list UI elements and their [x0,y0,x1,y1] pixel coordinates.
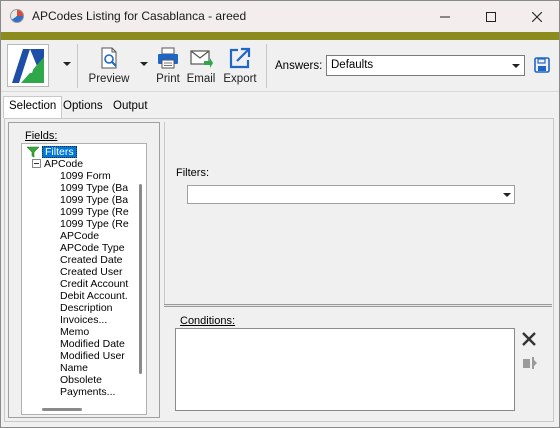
selection-panel: Fields: Filters APCode 1099 Form 1099 Ty… [4,118,554,422]
export-icon [229,47,251,69]
preview-icon [101,47,117,69]
chevron-down-icon [503,193,511,197]
preview-button[interactable]: Preview [89,44,129,88]
filters-area: Filters: [164,122,552,304]
filters-dropdown[interactable] [187,185,515,204]
tree-item[interactable]: Debit Account. [60,290,128,302]
print-label: Print [156,73,180,85]
company-logo-button[interactable] [7,44,49,87]
tree-item[interactable]: Description [60,302,113,314]
conditions-label: Conditions: [180,315,236,327]
collapse-icon[interactable] [32,159,41,168]
tree-item[interactable]: Name [60,362,88,374]
email-button[interactable]: Email [186,44,216,88]
filter-funnel-icon [27,146,39,158]
tree-item[interactable]: Memo [60,326,89,338]
minimize-button[interactable] [422,1,467,32]
tree-item[interactable]: Obsolete [60,374,102,386]
tree-item[interactable]: Invoices... [60,314,107,326]
tree-item[interactable]: Credit Account [60,278,128,290]
fields-panel: Fields: Filters APCode 1099 Form 1099 Ty… [8,122,160,418]
chevron-down-icon [512,64,520,68]
tree-item[interactable]: Modified Date [60,338,125,350]
maximize-button[interactable] [468,1,513,32]
export-button[interactable]: Export [222,44,258,88]
tab-output[interactable]: Output [108,97,153,117]
preview-dropdown-arrow-icon[interactable] [140,62,148,66]
report-window: APCodes Listing for Casablanca - areed P… [0,0,560,428]
logo-icon [8,45,48,86]
maximize-icon [485,11,496,22]
logo-dropdown-arrow-icon[interactable] [63,62,71,66]
conditions-list[interactable] [175,328,515,411]
email-label: Email [186,73,216,85]
delete-condition-icon[interactable] [520,330,538,348]
tree-group-apcode[interactable]: APCode [44,158,83,170]
tree-item[interactable]: APCode Type [60,242,125,254]
minimize-icon [439,16,450,17]
accent-band [1,32,559,40]
tree-item[interactable]: Payments... [60,386,115,398]
tree-item[interactable]: Created Date [60,254,122,266]
tree-item[interactable]: APCode [60,230,99,242]
toolbar-separator [266,44,267,88]
fields-tree[interactable]: Filters APCode 1099 Form 1099 Type (Ba 1… [21,143,147,415]
vertical-scrollbar[interactable] [139,184,142,374]
tree-item[interactable]: 1099 Type (Ba [60,182,128,194]
answers-value: Defaults [331,59,374,71]
tab-selection[interactable]: Selection [3,96,63,118]
tab-options[interactable]: Options [58,97,108,117]
conditions-area: Conditions: [164,309,552,419]
email-icon [190,50,213,68]
close-button[interactable] [514,1,559,32]
answers-label: Answers: [275,60,323,72]
tree-item[interactable]: 1099 Type (Re [60,206,129,218]
export-label: Export [223,73,257,85]
horizontal-scrollbar[interactable] [42,408,82,411]
close-icon [531,11,542,22]
window-title: APCodes Listing for Casablanca - areed [32,9,247,23]
tree-item[interactable]: Modified User [60,350,125,362]
app-pie-icon [10,9,24,23]
tree-item[interactable]: Created User [60,266,122,278]
tree-item[interactable]: 1099 Form [60,170,111,182]
edit-condition-icon[interactable] [522,356,538,370]
tree-root-label: Filters [42,146,77,158]
tree-item[interactable]: 1099 Type (Ba [60,194,128,206]
fields-label: Fields: [25,130,58,142]
print-icon [158,47,178,69]
toolbar-separator [77,44,78,88]
filters-label: Filters: [176,167,209,179]
toolbar: Preview Print Email Export Answers: Defa… [1,40,559,92]
panel-splitter[interactable] [164,304,552,307]
print-button[interactable]: Print [153,44,183,88]
title-bar: APCodes Listing for Casablanca - areed [1,1,559,32]
preview-label: Preview [88,73,130,85]
answers-dropdown[interactable]: Defaults [326,55,525,76]
save-icon[interactable] [534,57,550,73]
tree-item[interactable]: 1099 Type (Re [60,218,129,230]
